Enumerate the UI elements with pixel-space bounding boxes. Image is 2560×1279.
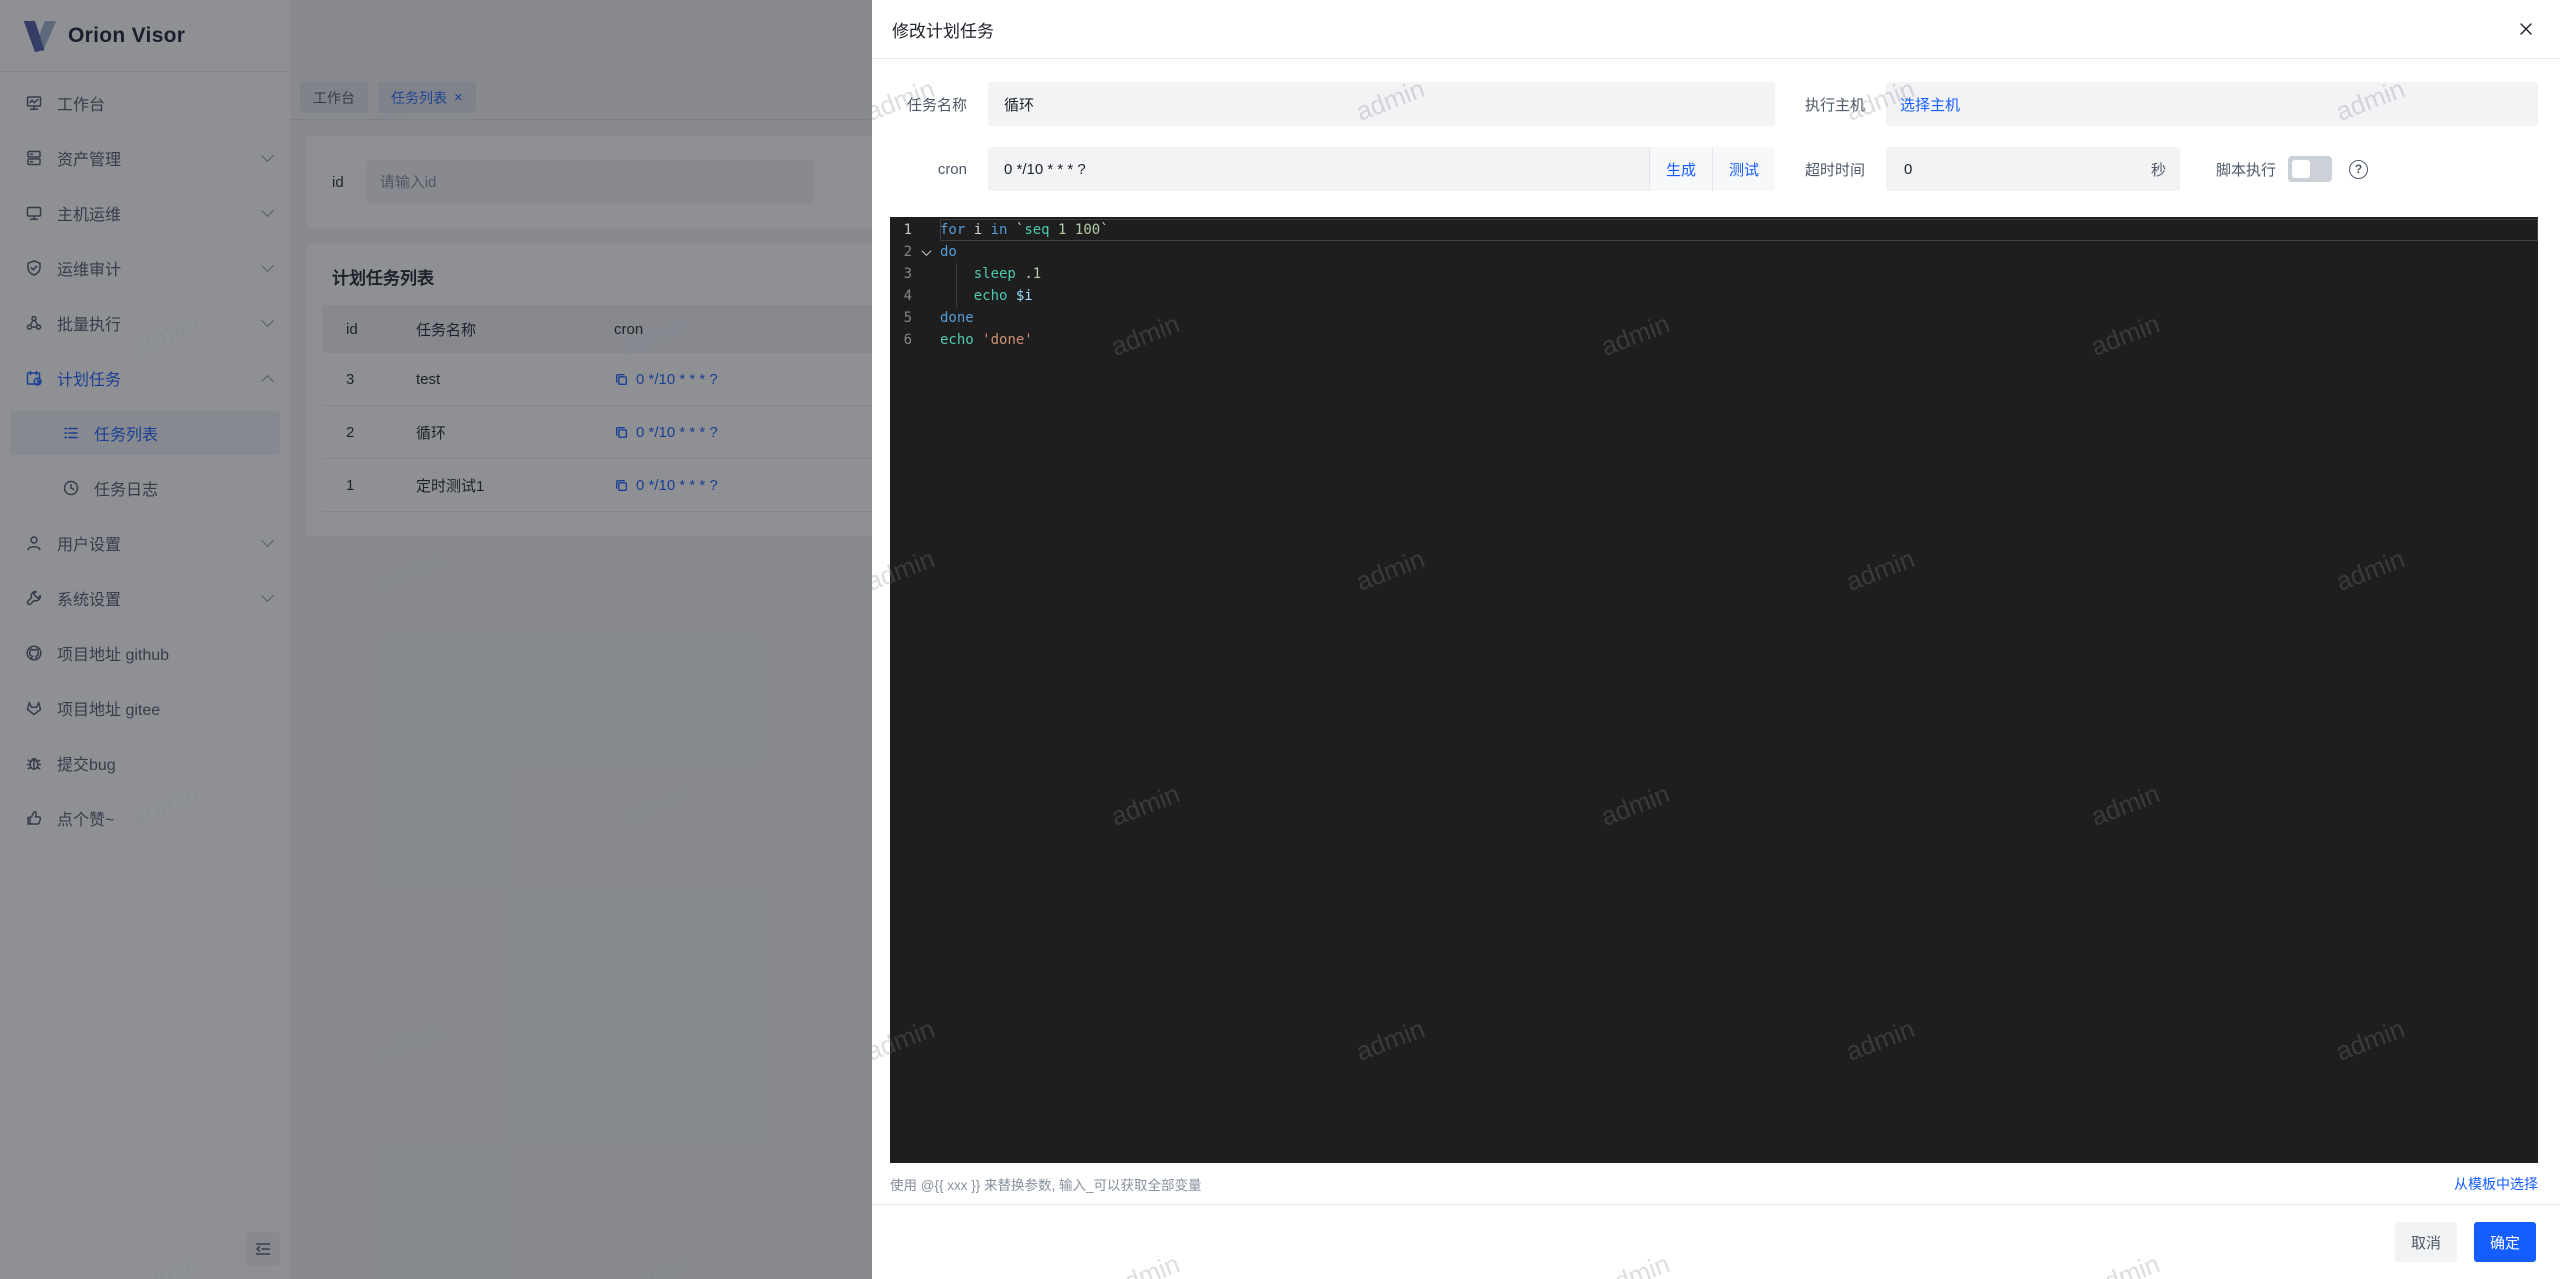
modal-footer: 取消 确定 bbox=[872, 1204, 2560, 1279]
confirm-button[interactable]: 确定 bbox=[2473, 1222, 2536, 1262]
cron-label: cron bbox=[937, 160, 967, 178]
template-select-link[interactable]: 从模板中选择 bbox=[2454, 1174, 2538, 1194]
code-text: echo $i bbox=[940, 285, 2538, 307]
code-line: 2 do bbox=[890, 241, 2538, 263]
script-exec-label: 脚本执行 bbox=[2216, 161, 2277, 179]
line-number: 5 bbox=[903, 310, 912, 326]
close-icon bbox=[2520, 23, 2532, 35]
editor-hint-row: 使用 @{{ xxx }} 来替换参数, 输入_可以获取全部变量 从模板中选择 bbox=[890, 1163, 2538, 1204]
code-editor[interactable]: 1 for i in `seq 1 100` 2 do 3 sleep .1 4 echo… bbox=[890, 217, 2538, 1163]
code-text: done bbox=[940, 310, 974, 326]
timeout-label: 超时时间 bbox=[1804, 161, 1865, 179]
cron-input-group: 生成 测试 bbox=[988, 147, 1775, 191]
exec-host-label: 执行主机 bbox=[1804, 96, 1865, 114]
close-button[interactable] bbox=[2512, 15, 2540, 43]
fold-chevron-icon[interactable] bbox=[912, 241, 940, 263]
timeout-input[interactable] bbox=[1886, 160, 2137, 178]
cron-generate-button[interactable]: 生成 bbox=[1649, 147, 1712, 191]
code-line: 6 echo 'done' bbox=[890, 329, 2538, 351]
line-number: 3 bbox=[903, 266, 912, 282]
help-icon: ? bbox=[2349, 159, 2369, 179]
app-screen: Orion Visor 工作台资产管理主机运维运维审计批量执行计划任务任务列表任… bbox=[0, 0, 2560, 1279]
fold-gutter bbox=[912, 285, 940, 307]
code-text: sleep .1 bbox=[940, 263, 2538, 285]
cron-test-button[interactable]: 测试 bbox=[1712, 147, 1775, 191]
line-number: 4 bbox=[903, 288, 912, 304]
code-line: 1 for i in `seq 1 100` bbox=[890, 219, 2538, 241]
cron-input[interactable] bbox=[988, 147, 1649, 191]
editor-hint: 使用 @{{ xxx }} 来替换参数, 输入_可以获取全部变量 bbox=[890, 1177, 1202, 1193]
task-name-input[interactable] bbox=[988, 82, 1775, 126]
edit-task-modal: 修改计划任务 任务名称 执行主机 选择主机 cron bbox=[872, 0, 2560, 1279]
fold-gutter bbox=[912, 329, 940, 351]
code-line: 5 done bbox=[890, 307, 2538, 329]
fold-gutter bbox=[912, 263, 940, 285]
code-line: 3 sleep .1 bbox=[890, 263, 2538, 285]
code-text: for i in `seq 1 100` bbox=[940, 219, 2538, 241]
script-exec-toggle[interactable] bbox=[2288, 156, 2333, 182]
modal-title: 修改计划任务 bbox=[892, 21, 994, 41]
cancel-button[interactable]: 取消 bbox=[2394, 1222, 2457, 1262]
fold-gutter bbox=[912, 219, 940, 241]
timeout-field: 秒 bbox=[1886, 147, 2180, 191]
line-number: 2 bbox=[903, 244, 912, 260]
modal-header: 修改计划任务 bbox=[872, 0, 2560, 59]
select-host-link[interactable]: 选择主机 bbox=[1900, 94, 1960, 115]
task-name-label: 任务名称 bbox=[906, 96, 967, 114]
code-line: 4 echo $i bbox=[890, 285, 2538, 307]
code-text: echo 'done' bbox=[940, 332, 1033, 348]
fold-gutter bbox=[912, 307, 940, 329]
code-text: do bbox=[940, 244, 957, 260]
line-number: 1 bbox=[903, 222, 912, 238]
modal-body: 任务名称 执行主机 选择主机 cron 生成 测试 超时时间 bbox=[872, 59, 2560, 1204]
host-field: 选择主机 bbox=[1886, 82, 2538, 126]
line-number: 6 bbox=[903, 332, 912, 348]
timeout-unit: 秒 bbox=[2150, 161, 2166, 179]
